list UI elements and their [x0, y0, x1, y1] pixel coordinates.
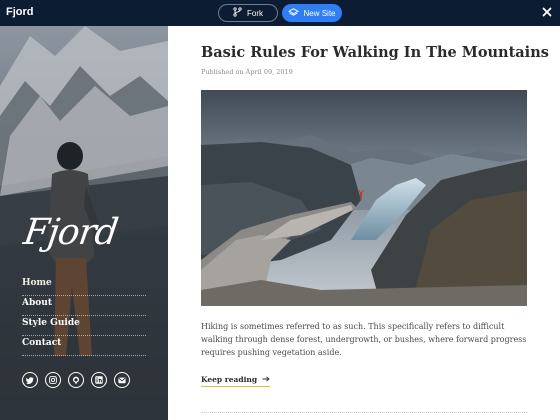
- post-excerpt: Hiking is sometimes referred to as such.…: [201, 322, 527, 357]
- close-icon: [542, 4, 552, 22]
- site-logo[interactable]: Fjord: [21, 212, 120, 253]
- git-fork-icon: [233, 7, 242, 19]
- arrow-right-icon: [262, 375, 270, 384]
- keep-reading-link[interactable]: Keep reading: [201, 375, 271, 387]
- post-divider: [201, 412, 527, 413]
- email-icon[interactable]: [114, 372, 130, 388]
- sidebar: Fjord Home About Style Guide Contact: [0, 26, 168, 420]
- nav-item-home[interactable]: Home: [22, 276, 146, 296]
- social-links: [22, 372, 130, 388]
- fork-label: Fork: [247, 8, 263, 18]
- post-date: Published on April 09, 2019: [201, 68, 293, 76]
- new-site-button[interactable]: New Site: [282, 4, 342, 22]
- post-hero-image[interactable]: [201, 90, 527, 306]
- layers-icon: [288, 7, 300, 19]
- close-button[interactable]: [540, 5, 554, 21]
- nav-item-contact[interactable]: Contact: [22, 336, 146, 356]
- nav-item-style-guide[interactable]: Style Guide: [22, 316, 146, 336]
- fork-button[interactable]: Fork: [218, 4, 278, 22]
- post-title[interactable]: Basic Rules For Walking In The Mountains: [201, 44, 549, 61]
- linkedin-icon[interactable]: [91, 372, 107, 388]
- instagram-icon[interactable]: [45, 372, 61, 388]
- github-icon[interactable]: [68, 372, 84, 388]
- brand-name: Fjord: [6, 6, 34, 18]
- main-nav: Home About Style Guide Contact: [22, 276, 146, 356]
- twitter-icon[interactable]: [22, 372, 38, 388]
- main-content: Basic Rules For Walking In The Mountains…: [168, 26, 560, 420]
- keep-reading-label: Keep reading: [201, 375, 258, 384]
- new-site-label: New Site: [303, 8, 336, 18]
- nav-item-about[interactable]: About: [22, 296, 146, 316]
- top-bar: Fjord Fork New Site: [0, 0, 560, 26]
